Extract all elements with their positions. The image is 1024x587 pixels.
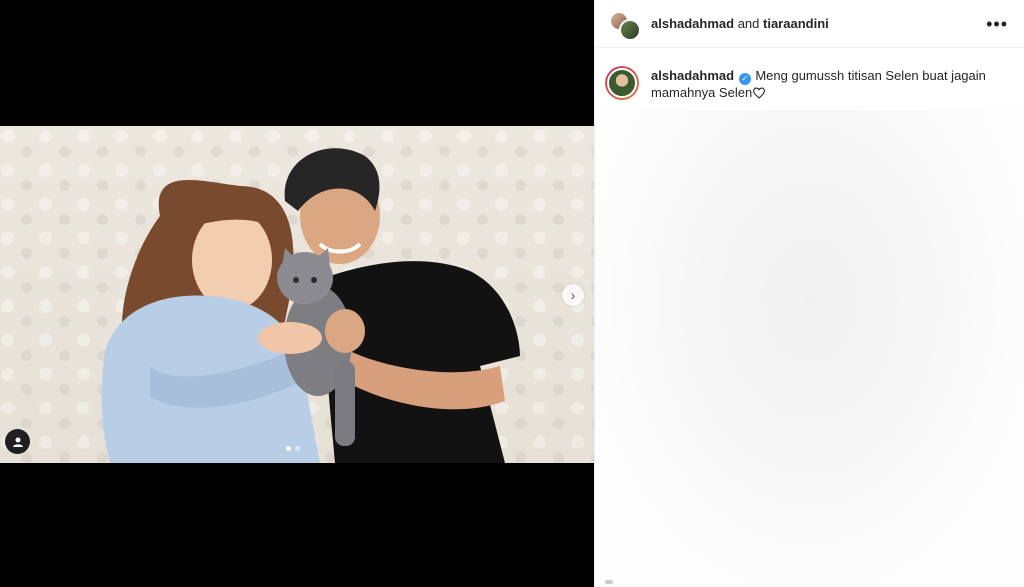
blurred-comments-area xyxy=(595,110,1024,587)
connector-text: and xyxy=(734,16,764,31)
post-header: alshadahmad and tiaraandini ••• xyxy=(595,0,1024,48)
caption-avatar[interactable] xyxy=(605,66,639,100)
carousel-dot xyxy=(295,446,300,451)
photo-illustration xyxy=(101,148,520,463)
tagged-users-button[interactable] xyxy=(5,429,30,454)
post-sidebar: alshadahmad and tiaraandini ••• alshadah… xyxy=(594,0,1024,587)
caption-text-block: alshadahmad ✓ Meng gumussh titisan Selen… xyxy=(651,68,1010,101)
heart-outline-icon xyxy=(753,87,766,99)
caption-username[interactable]: alshadahmad xyxy=(651,68,734,83)
carousel-indicator xyxy=(286,446,300,451)
verified-badge-icon: ✓ xyxy=(738,73,751,85)
post-photo[interactable] xyxy=(0,126,594,463)
more-horizontal-icon[interactable]: ••• xyxy=(982,11,1012,37)
post-caption: alshadahmad ✓ Meng gumussh titisan Selen… xyxy=(595,48,1024,101)
next-media-button[interactable]: › xyxy=(562,284,584,306)
media-pane: › xyxy=(0,0,594,587)
collab-usernames: alshadahmad and tiaraandini xyxy=(651,16,829,31)
collab-avatars[interactable] xyxy=(609,7,643,41)
avatar xyxy=(619,18,641,41)
username-link[interactable]: alshadahmad xyxy=(651,16,734,31)
carousel-dot xyxy=(286,446,291,451)
user-tag-icon xyxy=(12,437,23,447)
chevron-right-icon: › xyxy=(570,287,576,303)
avatar xyxy=(607,68,637,98)
username-link[interactable]: tiaraandini xyxy=(763,16,829,31)
